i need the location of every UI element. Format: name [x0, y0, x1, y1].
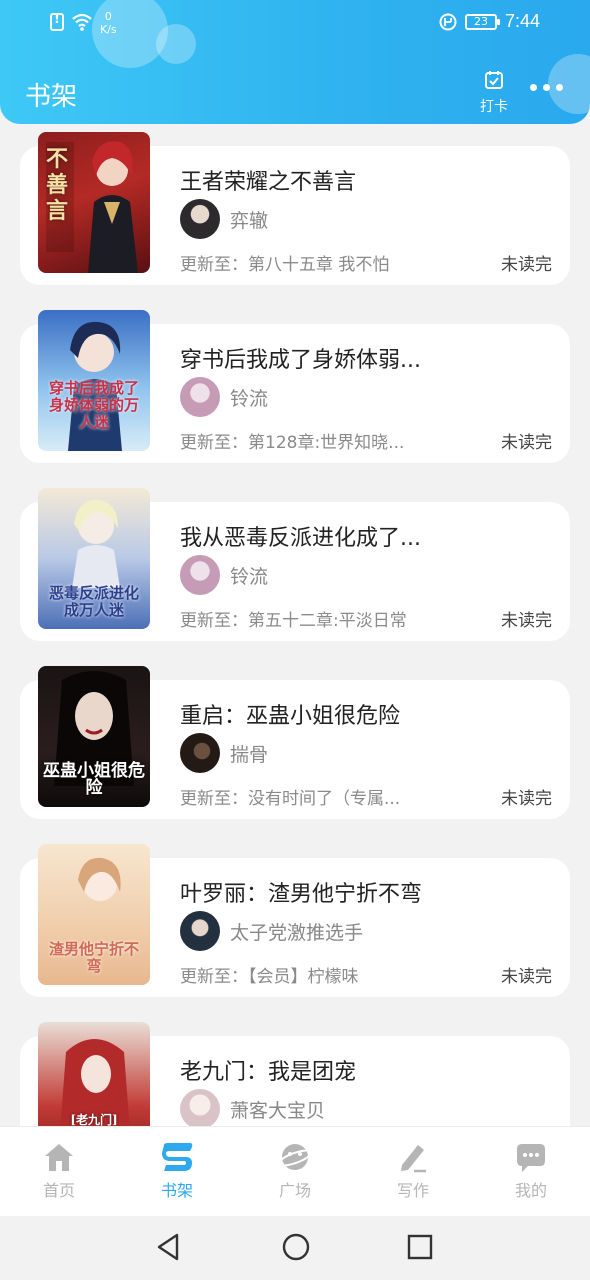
author-name: 铃流	[230, 565, 269, 588]
book-card[interactable]: [老九门] 老九门：我是团宠 萧客大宝贝	[20, 1022, 570, 1126]
chat-bubble-icon	[517, 1144, 545, 1172]
author-row: 太子党激推选手	[180, 911, 363, 951]
alert-icon	[50, 12, 64, 31]
author-name: 弈辙	[230, 209, 269, 232]
cover-art	[60, 1039, 130, 1126]
author-row: 铃流	[180, 377, 268, 417]
book-cover[interactable]: 渣男他宁折不弯	[38, 844, 150, 985]
cover-title: 巫蛊小姐很危险	[43, 761, 145, 798]
book-title: 穿书后我成了身娇体弱...	[180, 348, 421, 373]
author-avatar	[180, 1089, 220, 1126]
author-avatar	[180, 555, 220, 595]
clock: 7:44	[504, 11, 540, 31]
back-icon[interactable]	[155, 1232, 183, 1262]
latest-update: 更新至：没有时间了（专属...	[180, 789, 401, 809]
latest-update: 更新至：第五十二章:平淡日常	[180, 611, 407, 631]
read-status: 未读完	[501, 967, 552, 987]
author-name: 萧客大宝贝	[230, 1099, 326, 1122]
tab-bookshelf[interactable]: 书架	[118, 1127, 236, 1216]
book-cover[interactable]: 穿书后我成了身娇体弱的万人迷	[38, 310, 150, 451]
app-header: 0 K/s 23 7:44 书架 打卡	[0, 0, 590, 124]
author-avatar	[180, 377, 220, 417]
cover-title: 不善言	[45, 146, 68, 224]
planet-icon	[278, 1144, 312, 1170]
page-title: 书架	[25, 82, 78, 112]
book-title: 老九门：我是团宠	[180, 1060, 357, 1085]
book-title: 我从恶毒反派进化成了...	[180, 526, 421, 551]
author-name: 铃流	[230, 387, 269, 410]
read-status: 未读完	[501, 611, 552, 631]
recents-icon[interactable]	[406, 1232, 434, 1262]
tab-writing[interactable]: 写作	[354, 1127, 472, 1216]
read-status: 未读完	[501, 255, 552, 275]
latest-update: 更新至：第128章:世界知晓...	[180, 433, 405, 453]
tab-home[interactable]: 首页	[0, 1127, 118, 1216]
book-card[interactable]: 不善言 王者荣耀之不善言 弈辙 更新至：第八十五章 我不怕 未读完	[20, 132, 570, 285]
cover-title: 恶毒反派进化成万人迷	[48, 584, 139, 619]
cover-title: 穿书后我成了身娇体弱的万人迷	[48, 379, 139, 431]
wifi-icon	[72, 13, 92, 31]
tab-label: 首页	[42, 1181, 75, 1200]
bottom-tab-bar: 首页 书架 广场 写作 我的	[0, 1126, 590, 1216]
latest-update: 更新至：第八十五章 我不怕	[180, 255, 390, 275]
home-icon	[45, 1144, 73, 1171]
checkin-label: 打卡	[480, 99, 508, 115]
battery-indicator: 23	[464, 13, 500, 30]
author-avatar	[180, 733, 220, 773]
more-options-button[interactable]	[530, 84, 563, 91]
cover-title: 渣男他宁折不弯	[48, 940, 139, 975]
book-card[interactable]: 恶毒反派进化成万人迷 我从恶毒反派进化成了... 铃流 更新至：第五十二章:平淡…	[20, 488, 570, 641]
network-speed: 0 K/s	[100, 10, 117, 36]
author-row: 揣骨	[180, 733, 268, 773]
tab-label: 我的	[514, 1181, 547, 1200]
latest-update: 更新至：【会员】柠檬味	[180, 967, 359, 987]
book-cover[interactable]: [老九门]	[38, 1022, 150, 1126]
book-card[interactable]: 巫蛊小姐很危险 重启：巫蛊小姐很危险 揣骨 更新至：没有时间了（专属... 未读…	[20, 666, 570, 819]
author-avatar	[180, 199, 220, 239]
home-circle-icon[interactable]	[281, 1232, 311, 1262]
tab-square[interactable]: 广场	[236, 1127, 354, 1216]
author-avatar	[180, 911, 220, 951]
pen-icon	[401, 1145, 426, 1173]
book-title: 叶罗丽：渣男他宁折不弯	[180, 882, 423, 907]
author-row: 铃流	[180, 555, 268, 595]
author-row: 弈辙	[180, 199, 268, 239]
tab-label: 广场	[278, 1181, 311, 1200]
calendar-check-icon	[485, 71, 503, 89]
bookshelf-list[interactable]: 不善言 王者荣耀之不善言 弈辙 更新至：第八十五章 我不怕 未读完 穿书后我成了…	[0, 124, 590, 1126]
author-name: 揣骨	[230, 743, 269, 766]
data-saver-icon	[439, 13, 457, 30]
tab-profile[interactable]: 我的	[472, 1127, 590, 1216]
tab-label: 写作	[396, 1181, 429, 1200]
read-status: 未读完	[501, 433, 552, 453]
book-cover[interactable]: 巫蛊小姐很危险	[38, 666, 150, 807]
bookshelf-icon	[162, 1143, 193, 1171]
book-cover[interactable]: 恶毒反派进化成万人迷	[38, 488, 150, 629]
book-cover[interactable]: 不善言	[38, 132, 150, 273]
checkin-button[interactable]: 打卡	[474, 70, 514, 116]
book-card[interactable]: 穿书后我成了身娇体弱的万人迷 穿书后我成了身娇体弱... 铃流 更新至：第128…	[20, 310, 570, 463]
cover-title: [老九门]	[70, 1113, 118, 1126]
system-navigation-bar	[0, 1216, 590, 1280]
status-bar: 0 K/s 23 7:44	[0, 0, 590, 48]
book-card[interactable]: 渣男他宁折不弯 叶罗丽：渣男他宁折不弯 太子党激推选手 更新至：【会员】柠檬味 …	[20, 844, 570, 997]
author-row: 萧客大宝贝	[180, 1089, 325, 1126]
dot-icon	[530, 84, 537, 91]
author-name: 太子党激推选手	[230, 921, 364, 944]
read-status: 未读完	[501, 789, 552, 809]
book-title: 重启：巫蛊小姐很危险	[180, 704, 401, 729]
book-title: 王者荣耀之不善言	[180, 170, 357, 195]
dot-icon	[556, 84, 563, 91]
dot-icon	[543, 84, 550, 91]
tab-label: 书架	[160, 1181, 193, 1200]
